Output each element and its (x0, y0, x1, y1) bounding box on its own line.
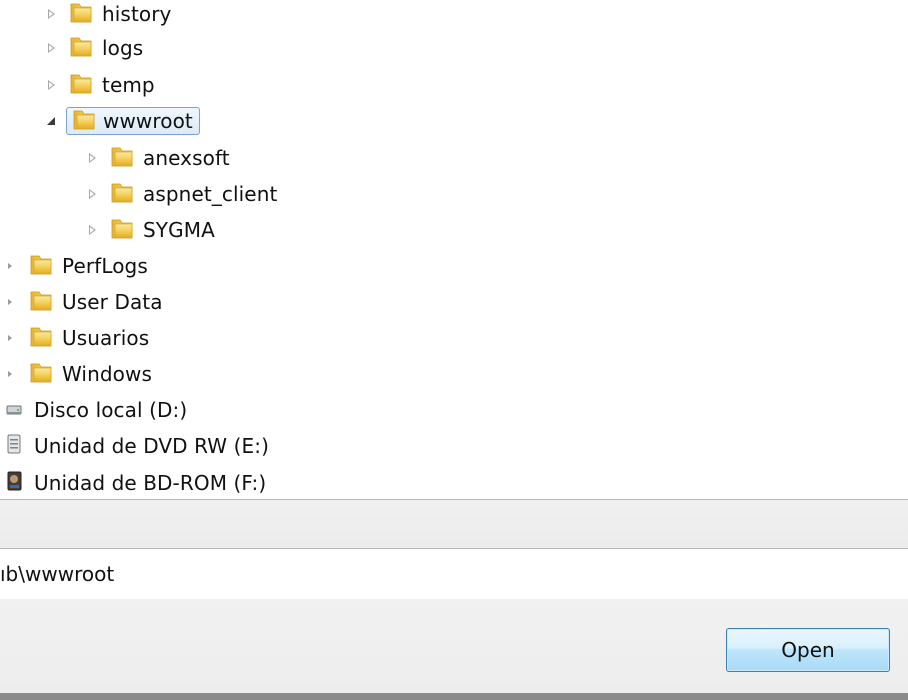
status-bar (0, 500, 908, 548)
tree-item-anexsoft[interactable]: anexsoft (85, 141, 230, 175)
dialog-footer: Open (0, 599, 908, 693)
folder-icon (71, 106, 97, 136)
folder-tree: history logs temp wwwroot anexsoft aspne… (0, 0, 908, 500)
tree-item-user-data[interactable]: User Data (2, 285, 163, 319)
selection-highlight[interactable]: wwwroot (66, 107, 200, 135)
tree-item-dvd-rw-e[interactable]: Unidad de DVD RW (E:) (4, 429, 269, 463)
folder-path-field[interactable] (0, 562, 600, 586)
tree-item-label: aspnet_client (143, 182, 278, 206)
expand-arrow-icon[interactable] (2, 258, 14, 274)
folder-icon (28, 287, 54, 317)
tree-item-label: Unidad de DVD RW (E:) (34, 434, 270, 458)
tree-item-temp[interactable]: temp (44, 68, 155, 102)
tree-item-disco-local-d[interactable]: Disco local (D:) (4, 393, 187, 427)
expand-arrow-icon[interactable] (44, 40, 60, 56)
tree-item-label: Unidad de BD-ROM (F:) (34, 471, 267, 495)
tree-item-wwwroot[interactable]: wwwroot (44, 104, 200, 138)
expand-arrow-icon[interactable] (2, 294, 14, 310)
tree-item-label: temp (102, 73, 155, 97)
tree-item-label: Disco local (D:) (34, 398, 188, 422)
tree-item-label: wwwroot (103, 109, 193, 133)
folder-icon (109, 143, 135, 173)
expand-arrow-icon[interactable] (2, 366, 14, 382)
tree-item-perflogs[interactable]: PerfLogs (2, 249, 148, 283)
tree-item-label: PerfLogs (62, 254, 148, 278)
expand-arrow-icon[interactable] (85, 222, 101, 238)
folder-icon (28, 359, 54, 389)
folder-icon (28, 323, 54, 353)
tree-item-label: User Data (62, 290, 163, 314)
window-bottom-edge (0, 693, 908, 700)
folder-icon (68, 33, 94, 63)
tree-item-label: anexsoft (143, 146, 230, 170)
open-button[interactable]: Open (726, 628, 890, 672)
tree-item-label: Windows (62, 362, 152, 386)
folder-path-bar (0, 549, 908, 599)
bd-rom-drive-icon (4, 468, 30, 498)
folder-icon (109, 179, 135, 209)
tree-item-label: history (102, 2, 172, 26)
folder-icon (28, 251, 54, 281)
expand-arrow-icon[interactable] (85, 186, 101, 202)
tree-item-label: logs (102, 36, 144, 60)
hard-drive-icon (4, 395, 30, 425)
expand-arrow-icon[interactable] (44, 6, 60, 22)
expand-arrow-icon[interactable] (2, 330, 14, 346)
folder-icon (109, 215, 135, 245)
tree-item-logs[interactable]: logs (44, 31, 143, 65)
tree-item-windows[interactable]: Windows (2, 357, 152, 391)
tree-item-bd-rom-f[interactable]: Unidad de BD-ROM (F:) (4, 466, 266, 500)
expand-arrow-icon[interactable] (85, 150, 101, 166)
tree-item-history[interactable]: history (44, 0, 172, 31)
tree-item-label: Usuarios (62, 326, 150, 350)
folder-icon (68, 70, 94, 100)
tree-item-sygma[interactable]: SYGMA (85, 213, 215, 247)
tree-item-aspnet-client[interactable]: aspnet_client (85, 177, 277, 211)
folder-icon (68, 0, 94, 29)
expand-arrow-icon[interactable] (44, 77, 60, 93)
tree-item-usuarios[interactable]: Usuarios (2, 321, 149, 355)
tree-item-label: SYGMA (143, 218, 215, 242)
collapse-arrow-icon[interactable] (44, 113, 60, 129)
dvd-drive-icon (4, 431, 30, 461)
